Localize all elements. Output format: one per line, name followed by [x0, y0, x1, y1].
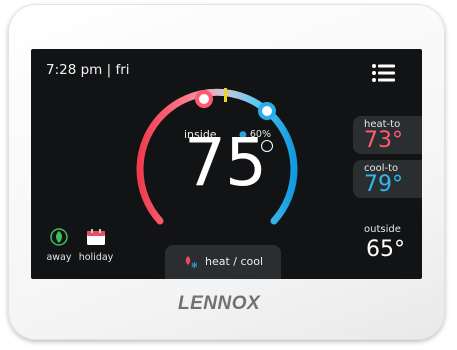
svg-text:✻: ✻	[191, 261, 198, 269]
mode-button[interactable]: ✻ heat / cool	[165, 245, 281, 279]
outside-label: outside	[364, 224, 401, 235]
cool-to-value: 79°	[364, 172, 403, 197]
current-temp-marker	[224, 88, 227, 102]
heat-to-setpoint[interactable]: heat-to 73°	[353, 116, 422, 154]
indoor-temperature: 75	[184, 124, 267, 201]
cool-setpoint-handle[interactable]	[258, 102, 276, 120]
outside-temperature: 65°	[366, 237, 405, 262]
holiday-calendar-icon	[87, 229, 105, 245]
holiday-label: holiday	[78, 252, 114, 263]
away-leaf-icon	[50, 228, 68, 246]
away-label: away	[46, 252, 72, 263]
degree-symbol	[261, 140, 273, 152]
away-button[interactable]: away	[46, 228, 72, 263]
heat-cool-icon: ✻	[185, 256, 198, 269]
mode-label: heat / cool	[205, 255, 264, 268]
cool-to-setpoint[interactable]: cool-to 79°	[353, 160, 422, 198]
holiday-button[interactable]: holiday	[78, 228, 114, 263]
logo-text: LENNOX	[178, 293, 261, 314]
heat-setpoint-handle[interactable]	[195, 90, 213, 108]
thermostat-screen: 7:28 pm | fri inside ● 60% 75 heat-to 73…	[31, 49, 422, 279]
lennox-logo: LENNOX	[178, 291, 274, 319]
heat-to-value: 73°	[364, 128, 403, 153]
